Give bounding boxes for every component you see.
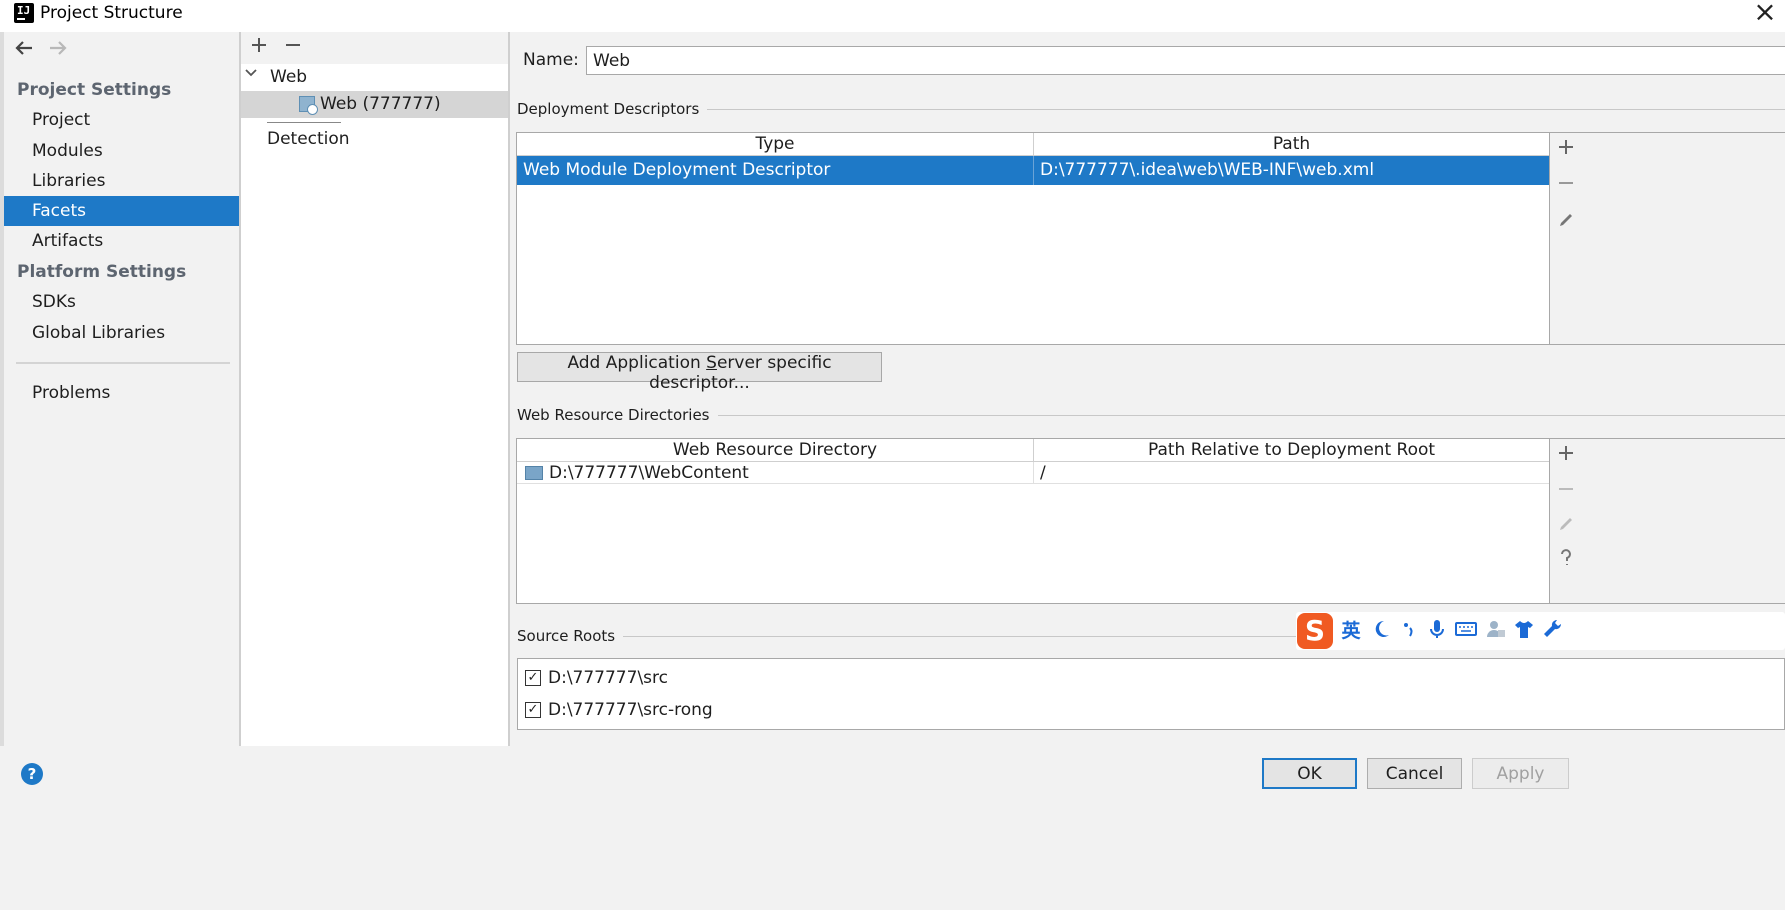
detection-separator: [267, 122, 341, 123]
edit-descriptor-icon[interactable]: [1556, 208, 1576, 236]
resource-dir-toolbar: [1550, 438, 1785, 604]
source-root-label[interactable]: D:\777777\src-rong: [548, 700, 713, 720]
name-input[interactable]: [586, 46, 1785, 75]
help-icon[interactable]: ?: [21, 763, 43, 785]
nav-separator: [16, 362, 230, 364]
web-folder-icon: [525, 466, 543, 480]
cancel-button[interactable]: Cancel: [1367, 758, 1462, 789]
nav-item-global-libraries[interactable]: Global Libraries: [4, 318, 239, 348]
sogou-logo-icon[interactable]: S: [1297, 613, 1333, 649]
deployment-descriptors-table[interactable]: Type Path Web Module Deployment Descript…: [516, 132, 1550, 345]
descriptor-toolbar: [1550, 132, 1785, 345]
column-header-web-resource-directory[interactable]: Web Resource Directory: [517, 439, 1034, 462]
nav-item-artifacts[interactable]: Artifacts: [4, 226, 239, 256]
source-root-checkbox[interactable]: ✓: [525, 670, 541, 686]
tree-node-detection[interactable]: Detection: [267, 126, 350, 152]
intellij-logo-icon: IJ: [12, 1, 36, 25]
edit-resource-dir-icon[interactable]: [1556, 512, 1576, 540]
add-facet-icon[interactable]: [248, 34, 270, 60]
group-separator: [700, 109, 1785, 110]
group-separator: [618, 636, 1298, 637]
forward-arrow-icon: [46, 36, 70, 64]
chevron-down-icon[interactable]: [244, 66, 258, 84]
add-descriptor-icon[interactable]: [1556, 136, 1576, 164]
help-resource-dir-icon[interactable]: [1556, 546, 1576, 574]
web-resource-directories-table[interactable]: Web Resource Directory Path Relative to …: [516, 438, 1550, 604]
nav-item-sdks[interactable]: SDKs: [4, 287, 239, 317]
remove-descriptor-icon[interactable]: [1556, 172, 1576, 200]
microphone-icon[interactable]: [1424, 618, 1450, 644]
column-header-type[interactable]: Type: [517, 133, 1034, 156]
source-root-checkbox[interactable]: ✓: [525, 702, 541, 718]
column-header-path[interactable]: Path: [1034, 133, 1549, 156]
remove-resource-dir-icon[interactable]: [1556, 478, 1576, 506]
nav-item-facets[interactable]: Facets: [4, 196, 239, 226]
window-title: Project Structure: [40, 3, 183, 23]
skin-icon[interactable]: [1511, 618, 1537, 644]
descriptor-type-cell[interactable]: Web Module Deployment Descriptor: [517, 156, 1034, 185]
moon-icon[interactable]: [1368, 618, 1394, 644]
group-separator: [710, 415, 1785, 416]
remove-facet-icon[interactable]: [282, 34, 304, 60]
source-root-label[interactable]: D:\777777\src: [548, 668, 668, 688]
platform-settings-header: Platform Settings: [17, 262, 187, 282]
nav-item-problems[interactable]: Problems: [4, 378, 239, 408]
title-bar: [0, 0, 1785, 32]
nav-item-project[interactable]: Project: [4, 105, 239, 135]
descriptor-path-cell[interactable]: D:\777777\.idea\web\WEB-INF\web.xml: [1034, 156, 1549, 185]
nav-item-libraries[interactable]: Libraries: [4, 166, 239, 196]
source-roots-title: Source Roots: [517, 627, 624, 645]
keyboard-icon[interactable]: [1453, 618, 1479, 644]
web-resource-directories-title: Web Resource Directories: [517, 406, 718, 424]
apply-button[interactable]: Apply: [1472, 758, 1569, 789]
deployment-descriptors-title: Deployment Descriptors: [517, 100, 708, 118]
web-resource-directory-cell[interactable]: D:\777777\WebContent: [543, 462, 1034, 484]
relative-path-cell[interactable]: /: [1034, 462, 1549, 484]
name-label: Name:: [523, 50, 579, 70]
close-icon[interactable]: ×: [1750, 0, 1780, 28]
ime-mode-toggle[interactable]: 英: [1338, 618, 1364, 644]
tree-node-web-facet-label[interactable]: Web (777777): [320, 91, 441, 118]
punctuation-icon[interactable]: [1396, 618, 1422, 644]
table-row[interactable]: Web Module Deployment Descriptor D:\7777…: [517, 156, 1549, 185]
project-settings-header: Project Settings: [17, 80, 172, 100]
back-arrow-icon[interactable]: [12, 36, 36, 64]
add-server-descriptor-button[interactable]: Add Application Server specific descript…: [517, 352, 882, 393]
web-facet-icon: [299, 96, 318, 115]
user-icon[interactable]: [1483, 618, 1509, 644]
wrench-icon[interactable]: [1540, 618, 1566, 644]
ok-button[interactable]: OK: [1262, 758, 1357, 789]
tree-node-web-label[interactable]: Web: [270, 64, 307, 90]
nav-item-modules[interactable]: Modules: [4, 136, 239, 166]
table-row[interactable]: D:\777777\WebContent /: [517, 462, 1549, 484]
column-header-relative-path[interactable]: Path Relative to Deployment Root: [1034, 439, 1549, 462]
add-resource-dir-icon[interactable]: [1556, 442, 1576, 470]
